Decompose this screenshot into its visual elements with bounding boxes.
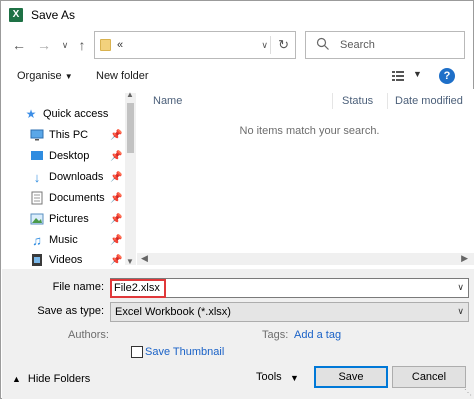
sidebar-item-label: Desktop bbox=[49, 150, 90, 162]
column-separator bbox=[332, 93, 333, 109]
window-title: Save As bbox=[31, 8, 76, 22]
address-bar[interactable]: « ∨ ↻ bbox=[94, 31, 296, 59]
scroll-left-icon[interactable]: ◀ bbox=[141, 253, 148, 264]
tools-dropdown-icon[interactable]: ▼ bbox=[290, 373, 299, 383]
save-button[interactable]: Save bbox=[314, 366, 388, 388]
computer-icon bbox=[30, 128, 44, 142]
pin-icon: 📌 bbox=[110, 192, 123, 204]
resize-grip-icon[interactable]: ⋱ bbox=[464, 388, 472, 397]
sidebar-item-desktop[interactable]: Desktop 📌 bbox=[30, 147, 122, 165]
sidebar-item-label: Pictures bbox=[49, 213, 89, 225]
up-arrow-icon[interactable]: ↑ bbox=[74, 37, 90, 53]
scrollbar-thumb[interactable] bbox=[127, 103, 134, 153]
save-as-type-dropdown-icon[interactable]: ∨ bbox=[457, 306, 464, 317]
file-name-label: File name: bbox=[52, 281, 104, 293]
scroll-down-icon[interactable]: ▼ bbox=[126, 257, 134, 266]
address-path: « bbox=[117, 39, 124, 51]
tools-button[interactable]: Tools bbox=[256, 371, 282, 383]
pin-icon: 📌 bbox=[110, 254, 123, 266]
save-as-dialog: X Save As ← → ∨ ↑ « ∨ ↻ Search Organise … bbox=[0, 0, 474, 399]
scroll-right-icon[interactable]: ▶ bbox=[461, 253, 468, 264]
tags-label: Tags: bbox=[262, 329, 289, 341]
sidebar-item-documents[interactable]: Documents 📌 bbox=[30, 189, 122, 207]
sidebar-item-this-pc[interactable]: This PC 📌 bbox=[30, 126, 122, 144]
documents-icon bbox=[30, 191, 44, 205]
new-folder-button[interactable]: New folder bbox=[96, 70, 149, 82]
organise-button[interactable]: Organise ▼ bbox=[17, 70, 73, 82]
title-bar: X Save As bbox=[1, 1, 474, 29]
view-options-icon[interactable] bbox=[392, 71, 404, 81]
sidebar-item-label: Quick access bbox=[43, 108, 109, 120]
pin-icon: 📌 bbox=[110, 150, 123, 162]
search-icon bbox=[316, 37, 329, 50]
folder-icon bbox=[100, 39, 111, 51]
add-tag-link[interactable]: Add a tag bbox=[294, 329, 341, 341]
sidebar-item-label: Downloads bbox=[49, 171, 104, 183]
save-thumbnail-label[interactable]: Save Thumbnail bbox=[145, 346, 224, 358]
navigation-scrollbar[interactable]: ▲ ▼ bbox=[125, 90, 136, 266]
sidebar-item-pictures[interactable]: Pictures 📌 bbox=[30, 210, 122, 228]
save-as-type-select[interactable]: Excel Workbook (*.xlsx) ∨ bbox=[110, 302, 469, 322]
column-separator bbox=[387, 93, 388, 109]
music-icon: ♫ bbox=[32, 232, 42, 248]
chevron-up-icon: ▲ bbox=[12, 374, 21, 384]
sidebar-item-downloads[interactable]: ↓ Downloads 📌 bbox=[30, 168, 123, 186]
column-header-date-modified[interactable]: Date modified bbox=[395, 95, 463, 107]
pin-icon: 📌 bbox=[110, 129, 123, 141]
save-thumbnail-checkbox[interactable] bbox=[131, 346, 143, 358]
refresh-icon[interactable]: ↻ bbox=[278, 37, 289, 53]
column-header-status[interactable]: Status bbox=[342, 95, 373, 107]
help-icon[interactable]: ? bbox=[439, 68, 455, 84]
save-as-type-value: Excel Workbook (*.xlsx) bbox=[115, 306, 231, 318]
address-separator bbox=[270, 36, 271, 54]
authors-label: Authors: bbox=[68, 329, 109, 341]
back-arrow-icon[interactable]: ← bbox=[11, 37, 27, 53]
sidebar-item-label: Music bbox=[49, 234, 78, 246]
sidebar-item-videos[interactable]: Videos 📌 bbox=[30, 251, 122, 269]
forward-arrow-icon[interactable]: → bbox=[36, 37, 52, 53]
address-dropdown-icon[interactable]: ∨ bbox=[261, 40, 268, 51]
file-name-dropdown-icon[interactable]: ∨ bbox=[457, 282, 464, 293]
search-box[interactable]: Search bbox=[305, 31, 465, 59]
column-header-name[interactable]: Name bbox=[153, 95, 182, 107]
hide-folders-label: Hide Folders bbox=[27, 373, 91, 385]
cancel-button[interactable]: Cancel bbox=[392, 366, 466, 388]
excel-app-icon: X bbox=[9, 8, 23, 22]
pin-icon: 📌 bbox=[110, 234, 123, 246]
save-as-type-label: Save as type: bbox=[37, 305, 104, 317]
save-options-panel: File name: File2.xlsx ∨ Save as type: Ex… bbox=[2, 269, 474, 399]
pin-icon: 📌 bbox=[110, 171, 123, 183]
star-icon: ★ bbox=[25, 107, 37, 121]
sidebar-item-label: Videos bbox=[49, 254, 83, 266]
recent-locations-chevron-icon[interactable]: ∨ bbox=[57, 37, 73, 53]
sidebar-item-label: This PC bbox=[49, 129, 89, 141]
horizontal-scrollbar[interactable]: ◀ ▶ bbox=[137, 253, 474, 265]
pin-icon: 📌 bbox=[110, 213, 123, 225]
pictures-icon bbox=[30, 212, 44, 226]
hide-folders-button[interactable]: ▲ Hide Folders bbox=[12, 373, 90, 385]
search-placeholder: Search bbox=[340, 39, 375, 51]
videos-icon bbox=[30, 253, 44, 267]
sidebar-item-quick-access[interactable]: ★ Quick access bbox=[24, 105, 109, 123]
scroll-up-icon[interactable]: ▲ bbox=[126, 90, 134, 99]
download-icon: ↓ bbox=[33, 169, 41, 185]
view-dropdown-icon[interactable]: ▼ bbox=[413, 69, 422, 79]
empty-folder-message: No items match your search. bbox=[239, 125, 380, 137]
sidebar-item-music[interactable]: ♫ Music 📌 bbox=[30, 231, 122, 249]
sidebar-item-label: Documents bbox=[49, 192, 105, 204]
file-list: Name Status Date modified No items match… bbox=[137, 89, 474, 269]
command-bar: Organise ▼ New folder ▼ ? bbox=[1, 63, 474, 89]
file-name-highlight bbox=[110, 279, 166, 298]
desktop-icon bbox=[30, 149, 44, 163]
navigation-pane: ★ Quick access This PC 📌 Desktop 📌 ↓ Dow… bbox=[2, 89, 137, 269]
